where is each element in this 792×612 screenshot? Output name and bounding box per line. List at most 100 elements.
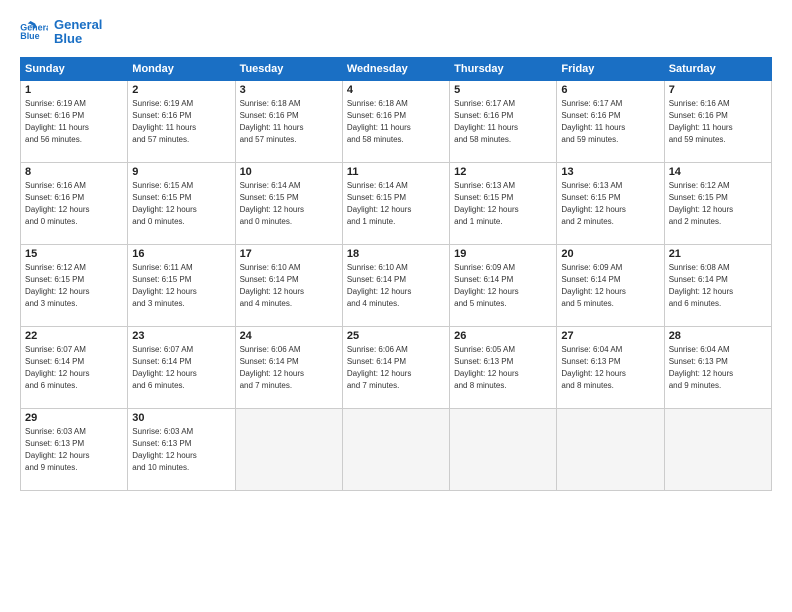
day-number: 19 — [454, 248, 552, 260]
week-row-3: 15 Sunrise: 6:12 AM Sunset: 6:15 PM Dayli… — [21, 244, 772, 326]
day-info: Sunrise: 6:12 AM Sunset: 6:15 PM Dayligh… — [669, 180, 767, 228]
day-info: Sunrise: 6:03 AM Sunset: 6:13 PM Dayligh… — [132, 426, 230, 474]
svg-text:Blue: Blue — [20, 31, 39, 41]
col-header-saturday: Saturday — [664, 57, 771, 80]
day-cell-5: 5 Sunrise: 6:17 AM Sunset: 6:16 PM Daylig… — [450, 80, 557, 162]
day-number: 21 — [669, 248, 767, 260]
day-cell-8: 8Sunrise: 6:16 AM Sunset: 6:16 PM Daylig… — [21, 162, 128, 244]
day-number: 4 — [347, 84, 445, 96]
day-info: Sunrise: 6:06 AM Sunset: 6:14 PM Dayligh… — [347, 344, 445, 392]
day-number: 23 — [132, 330, 230, 342]
day-cell-23: 23 Sunrise: 6:07 AM Sunset: 6:14 PM Dayli… — [128, 326, 235, 408]
day-cell-6: 6 Sunrise: 6:17 AM Sunset: 6:16 PM Daylig… — [557, 80, 664, 162]
day-number: 12 — [454, 166, 552, 178]
week-row-2: 8Sunrise: 6:16 AM Sunset: 6:16 PM Daylig… — [21, 162, 772, 244]
day-info: Sunrise: 6:15 AM Sunset: 6:15 PM Dayligh… — [132, 180, 230, 228]
day-cell-26: 26 Sunrise: 6:05 AM Sunset: 6:13 PM Dayli… — [450, 326, 557, 408]
day-info: Sunrise: 6:19 AM Sunset: 6:16 PM Dayligh… — [25, 98, 123, 146]
calendar-header-row: SundayMondayTuesdayWednesdayThursdayFrid… — [21, 57, 772, 80]
page-header: General Blue General Blue — [20, 18, 772, 47]
day-number: 2 — [132, 84, 230, 96]
day-number: 29 — [25, 412, 123, 424]
day-info: Sunrise: 6:13 AM Sunset: 6:15 PM Dayligh… — [561, 180, 659, 228]
day-cell-27: 27Sunrise: 6:04 AM Sunset: 6:13 PM Dayli… — [557, 326, 664, 408]
day-number: 24 — [240, 330, 338, 342]
day-number: 16 — [132, 248, 230, 260]
day-number: 17 — [240, 248, 338, 260]
day-cell-empty — [557, 408, 664, 490]
day-info: Sunrise: 6:04 AM Sunset: 6:13 PM Dayligh… — [669, 344, 767, 392]
day-info: Sunrise: 6:09 AM Sunset: 6:14 PM Dayligh… — [561, 262, 659, 310]
day-cell-13: 13 Sunrise: 6:13 AM Sunset: 6:15 PM Dayli… — [557, 162, 664, 244]
day-number: 15 — [25, 248, 123, 260]
day-number: 3 — [240, 84, 338, 96]
day-cell-15: 15 Sunrise: 6:12 AM Sunset: 6:15 PM Dayli… — [21, 244, 128, 326]
day-info: Sunrise: 6:05 AM Sunset: 6:13 PM Dayligh… — [454, 344, 552, 392]
day-number: 14 — [669, 166, 767, 178]
col-header-friday: Friday — [557, 57, 664, 80]
week-row-5: 29 Sunrise: 6:03 AM Sunset: 6:13 PM Dayli… — [21, 408, 772, 490]
day-info: Sunrise: 6:12 AM Sunset: 6:15 PM Dayligh… — [25, 262, 123, 310]
day-info: Sunrise: 6:03 AM Sunset: 6:13 PM Dayligh… — [25, 426, 123, 474]
day-cell-25: 25 Sunrise: 6:06 AM Sunset: 6:14 PM Dayli… — [342, 326, 449, 408]
day-info: Sunrise: 6:06 AM Sunset: 6:14 PM Dayligh… — [240, 344, 338, 392]
day-cell-14: 14 Sunrise: 6:12 AM Sunset: 6:15 PM Dayli… — [664, 162, 771, 244]
day-number: 13 — [561, 166, 659, 178]
day-cell-7: 7Sunrise: 6:16 AM Sunset: 6:16 PM Daylig… — [664, 80, 771, 162]
day-info: Sunrise: 6:19 AM Sunset: 6:16 PM Dayligh… — [132, 98, 230, 146]
col-header-monday: Monday — [128, 57, 235, 80]
day-number: 5 — [454, 84, 552, 96]
day-number: 1 — [25, 84, 123, 96]
day-number: 26 — [454, 330, 552, 342]
day-number: 10 — [240, 166, 338, 178]
day-number: 28 — [669, 330, 767, 342]
day-info: Sunrise: 6:18 AM Sunset: 6:16 PM Dayligh… — [347, 98, 445, 146]
day-info: Sunrise: 6:16 AM Sunset: 6:16 PM Dayligh… — [669, 98, 767, 146]
day-info: Sunrise: 6:08 AM Sunset: 6:14 PM Dayligh… — [669, 262, 767, 310]
day-number: 22 — [25, 330, 123, 342]
day-info: Sunrise: 6:07 AM Sunset: 6:14 PM Dayligh… — [25, 344, 123, 392]
day-cell-3: 3 Sunrise: 6:18 AM Sunset: 6:16 PM Daylig… — [235, 80, 342, 162]
day-cell-24: 24 Sunrise: 6:06 AM Sunset: 6:14 PM Dayli… — [235, 326, 342, 408]
day-cell-29: 29 Sunrise: 6:03 AM Sunset: 6:13 PM Dayli… — [21, 408, 128, 490]
day-cell-empty — [450, 408, 557, 490]
day-cell-20: 20 Sunrise: 6:09 AM Sunset: 6:14 PM Dayli… — [557, 244, 664, 326]
day-info: Sunrise: 6:18 AM Sunset: 6:16 PM Dayligh… — [240, 98, 338, 146]
day-cell-empty — [342, 408, 449, 490]
day-cell-empty — [235, 408, 342, 490]
day-number: 20 — [561, 248, 659, 260]
col-header-sunday: Sunday — [21, 57, 128, 80]
day-cell-18: 18Sunrise: 6:10 AM Sunset: 6:14 PM Dayli… — [342, 244, 449, 326]
day-info: Sunrise: 6:10 AM Sunset: 6:14 PM Dayligh… — [347, 262, 445, 310]
logo-blue: Blue — [54, 32, 102, 46]
day-info: Sunrise: 6:14 AM Sunset: 6:15 PM Dayligh… — [347, 180, 445, 228]
col-header-wednesday: Wednesday — [342, 57, 449, 80]
day-info: Sunrise: 6:14 AM Sunset: 6:15 PM Dayligh… — [240, 180, 338, 228]
day-info: Sunrise: 6:11 AM Sunset: 6:15 PM Dayligh… — [132, 262, 230, 310]
day-info: Sunrise: 6:07 AM Sunset: 6:14 PM Dayligh… — [132, 344, 230, 392]
day-number: 25 — [347, 330, 445, 342]
day-cell-9: 9Sunrise: 6:15 AM Sunset: 6:15 PM Daylig… — [128, 162, 235, 244]
day-cell-21: 21 Sunrise: 6:08 AM Sunset: 6:14 PM Dayli… — [664, 244, 771, 326]
day-cell-19: 19Sunrise: 6:09 AM Sunset: 6:14 PM Dayli… — [450, 244, 557, 326]
col-header-tuesday: Tuesday — [235, 57, 342, 80]
day-cell-22: 22 Sunrise: 6:07 AM Sunset: 6:14 PM Dayli… — [21, 326, 128, 408]
day-info: Sunrise: 6:17 AM Sunset: 6:16 PM Dayligh… — [561, 98, 659, 146]
logo-icon: General Blue — [20, 21, 48, 43]
col-header-thursday: Thursday — [450, 57, 557, 80]
day-cell-1: 1 Sunrise: 6:19 AM Sunset: 6:16 PM Daylig… — [21, 80, 128, 162]
day-cell-empty — [664, 408, 771, 490]
day-cell-11: 11Sunrise: 6:14 AM Sunset: 6:15 PM Dayli… — [342, 162, 449, 244]
day-info: Sunrise: 6:04 AM Sunset: 6:13 PM Dayligh… — [561, 344, 659, 392]
logo-general: General — [54, 18, 102, 32]
day-cell-4: 4 Sunrise: 6:18 AM Sunset: 6:16 PM Daylig… — [342, 80, 449, 162]
day-cell-2: 2 Sunrise: 6:19 AM Sunset: 6:16 PM Daylig… — [128, 80, 235, 162]
day-cell-28: 28 Sunrise: 6:04 AM Sunset: 6:13 PM Dayli… — [664, 326, 771, 408]
week-row-4: 22 Sunrise: 6:07 AM Sunset: 6:14 PM Dayli… — [21, 326, 772, 408]
logo: General Blue General Blue — [20, 18, 102, 47]
day-cell-12: 12Sunrise: 6:13 AM Sunset: 6:15 PM Dayli… — [450, 162, 557, 244]
day-number: 6 — [561, 84, 659, 96]
day-cell-17: 17Sunrise: 6:10 AM Sunset: 6:14 PM Dayli… — [235, 244, 342, 326]
day-cell-10: 10 Sunrise: 6:14 AM Sunset: 6:15 PM Dayli… — [235, 162, 342, 244]
day-info: Sunrise: 6:17 AM Sunset: 6:16 PM Dayligh… — [454, 98, 552, 146]
